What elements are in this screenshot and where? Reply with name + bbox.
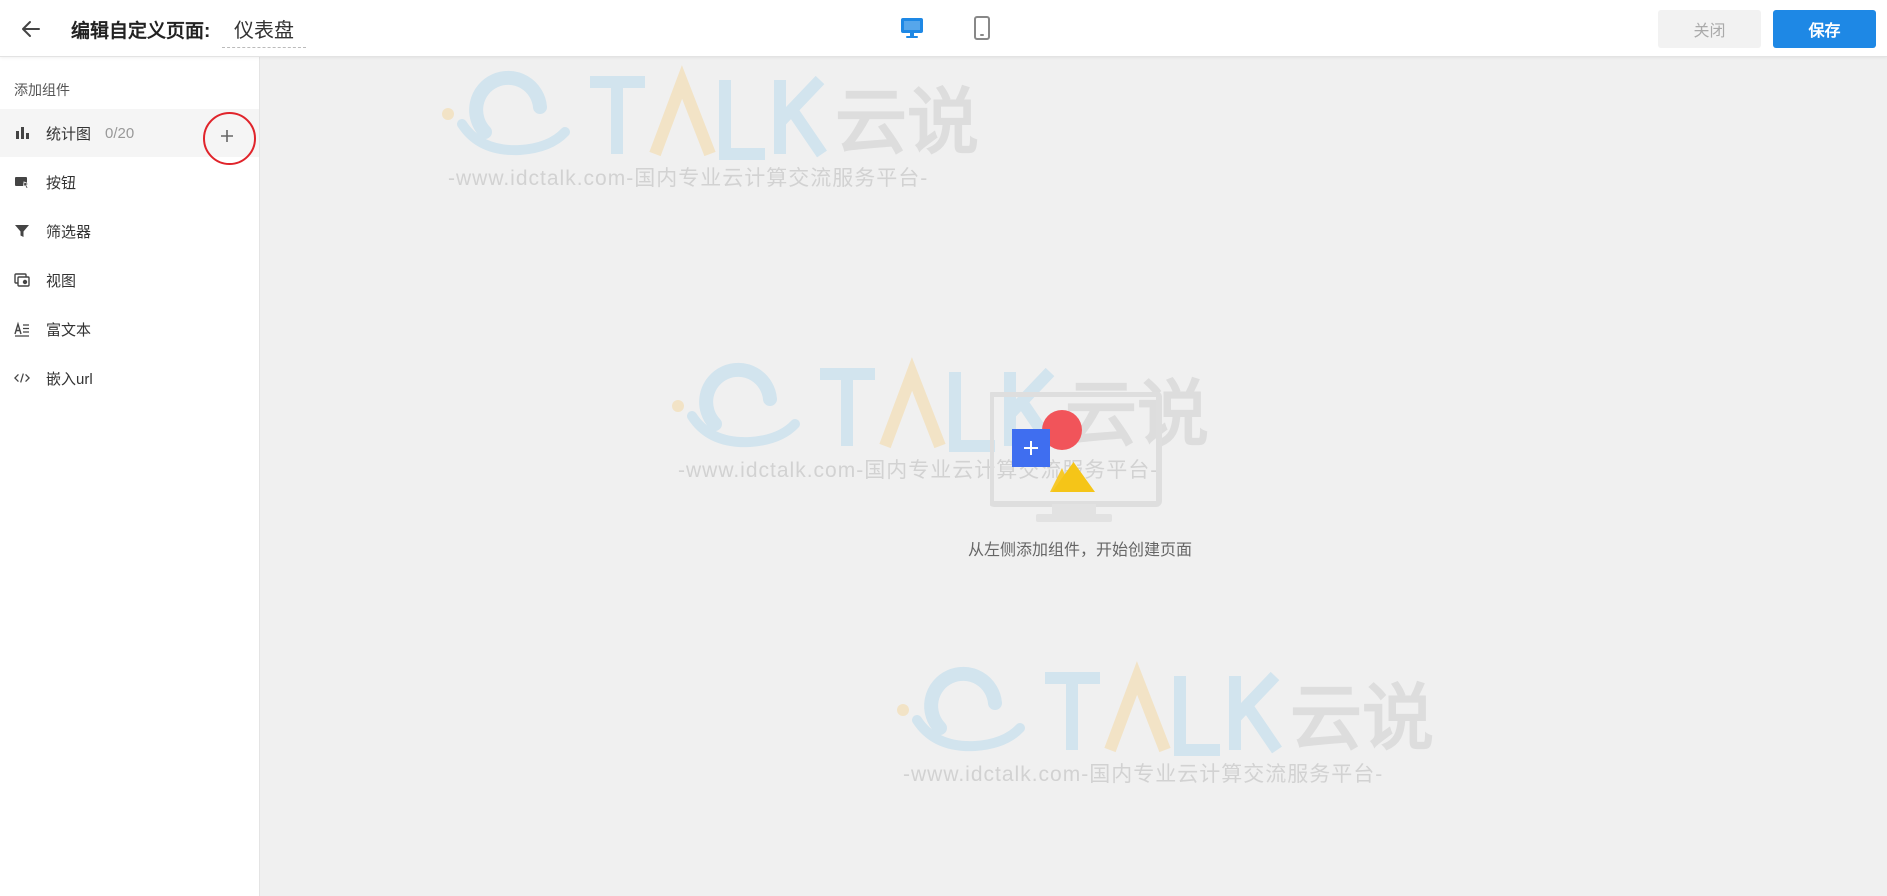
watermark-tagline: -www.idctalk.com-国内专业云计算交流服务平台- [903,763,1384,786]
back-button[interactable] [16,14,46,44]
sidebar-item-label: 嵌入url [46,370,93,388]
close-button[interactable]: 关闭 [1658,10,1761,48]
plus-icon [221,130,233,142]
watermark: 云说 -www.idctalk.com-国内专业云计算交流服务平台- [440,62,1000,192]
sidebar-item-filter[interactable]: 筛选器 [0,207,259,255]
button-icon [14,174,30,190]
view-icon [14,272,30,288]
mobile-view-button[interactable] [966,12,998,44]
top-bar: 编辑自定义页面: 仪表盘 关闭 保存 [0,0,1887,57]
sidebar-item-embed-url[interactable]: 嵌入url [0,354,259,402]
arrow-left-icon [22,21,40,37]
watermark-tagline: -www.idctalk.com-国内专业云计算交流服务平台- [448,167,929,190]
code-icon [14,370,30,386]
chart-count: 0/20 [105,124,135,142]
svg-text:云说: 云说 [835,80,979,162]
save-button[interactable]: 保存 [1773,10,1876,48]
sidebar-item-label: 统计图 [46,125,92,143]
watermark-logo: 云说 [897,661,1434,758]
sidebar-item-rich-text[interactable]: 富文本 [0,305,259,353]
component-sidebar: 添加组件 统计图 0/20 按钮 筛选器 视图 富文本 嵌入url [0,57,260,896]
bar-chart-icon [14,125,30,141]
sidebar-item-label: 富文本 [46,321,92,339]
sidebar-item-label: 筛选器 [46,223,92,241]
desktop-view-button[interactable] [896,12,928,44]
watermark: 云说 -www.idctalk.com-国内专业云计算交流服务平台- [895,658,1455,788]
svg-text:云说: 云说 [1290,676,1434,758]
desktop-icon [901,18,923,38]
watermark-logo: 云说 [442,65,979,162]
empty-state-message: 从左侧添加组件，开始创建页面 [967,542,1192,559]
sidebar-heading: 添加组件 [14,82,70,98]
sidebar-item-label: 视图 [46,272,77,290]
empty-state-illustration [990,392,1162,522]
filter-icon [14,223,30,239]
page-name-input[interactable]: 仪表盘 [222,14,306,48]
add-chart-button[interactable] [213,122,241,150]
page-label: 编辑自定义页面: [71,21,211,42]
rich-text-icon [14,321,30,337]
mobile-icon [974,16,990,40]
sidebar-item-chart[interactable]: 统计图 0/20 [0,109,259,157]
sidebar-item-view[interactable]: 视图 [0,256,259,304]
sidebar-item-label: 按钮 [46,174,77,192]
sidebar-item-button[interactable]: 按钮 [0,158,259,206]
